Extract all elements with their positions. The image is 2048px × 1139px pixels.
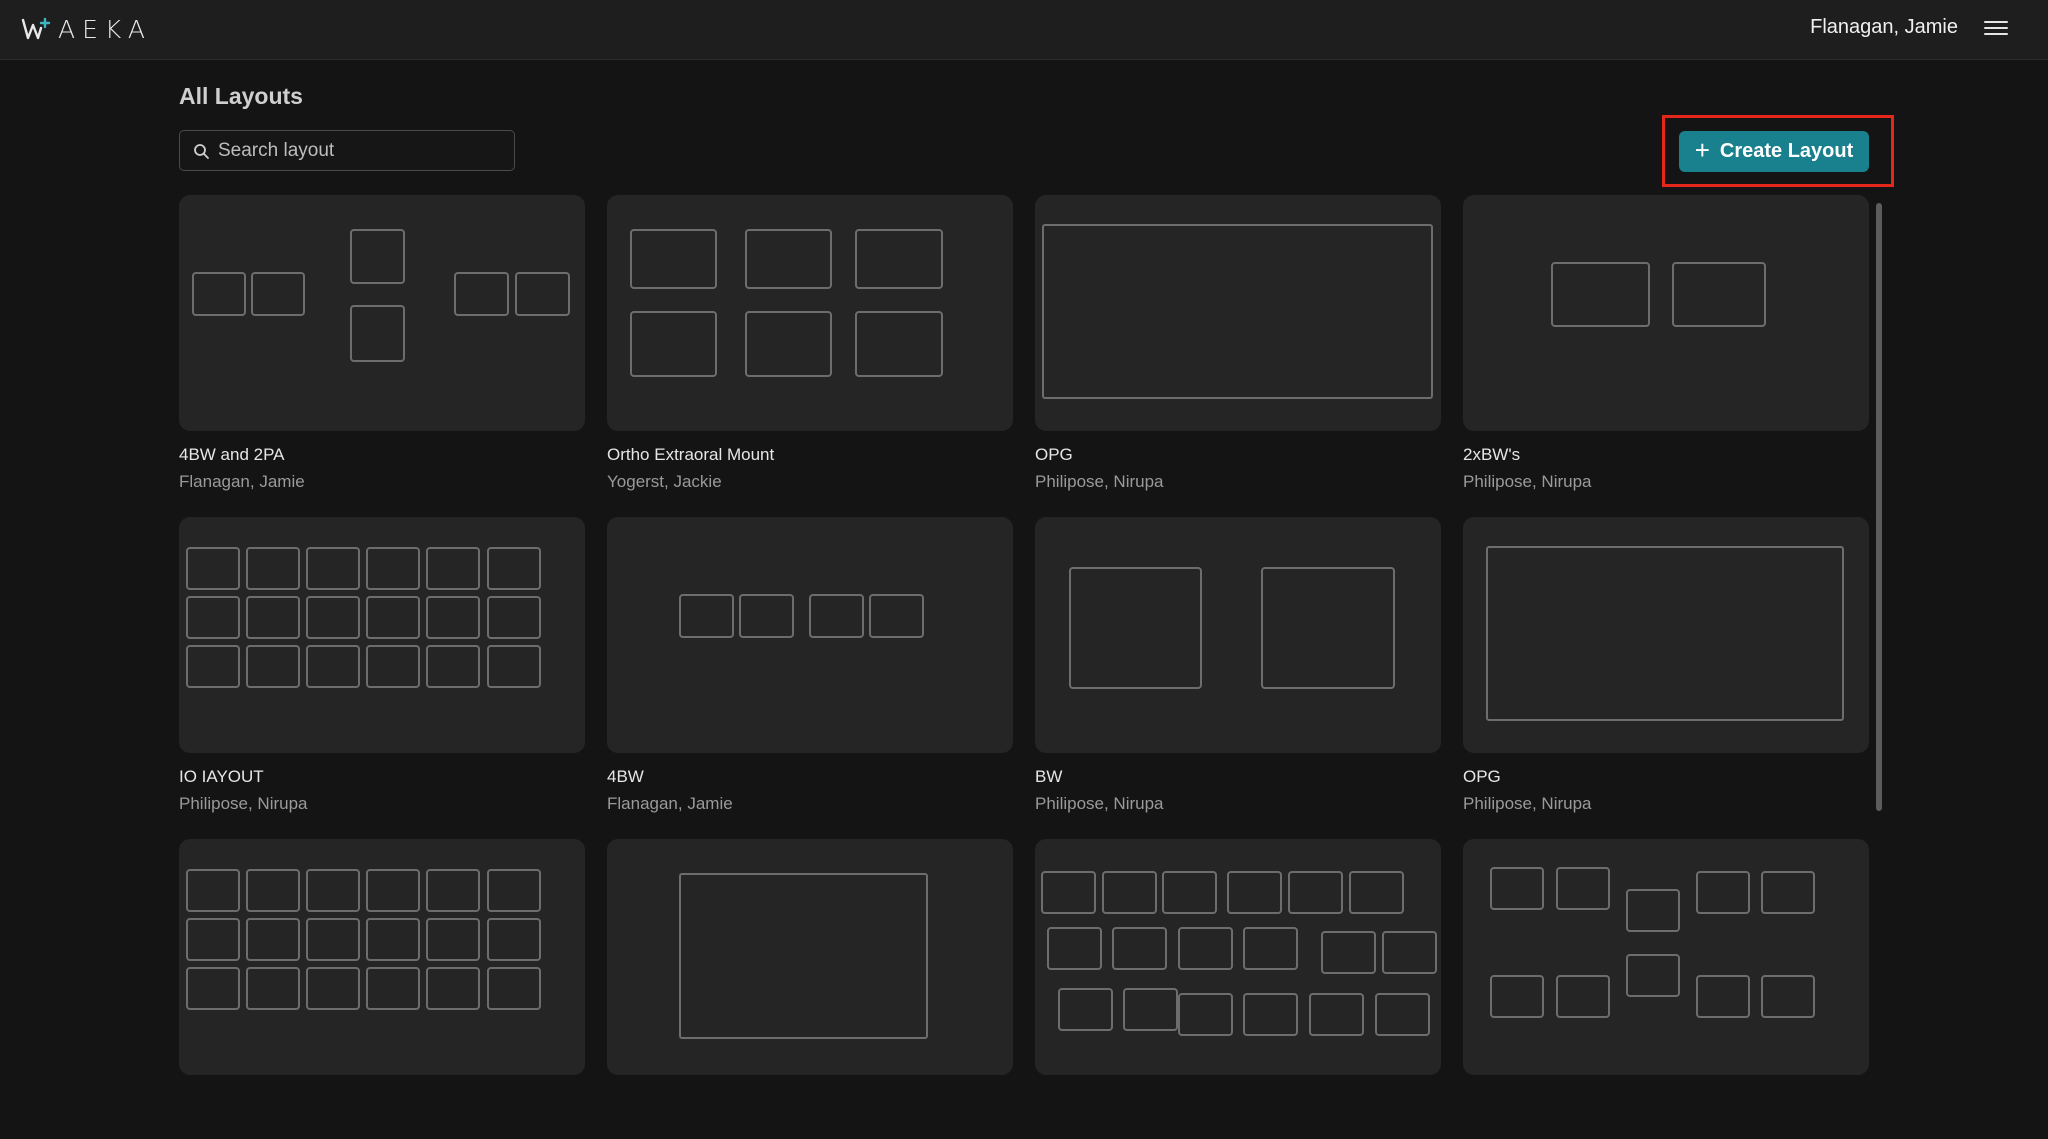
layout-author: Philipose, Nirupa [1035, 472, 1164, 491]
layout-author: Philipose, Nirupa [1463, 794, 1592, 813]
app-logo[interactable]: AEKA [20, 14, 152, 44]
layout-name: IO IAYOUT [179, 767, 264, 786]
hamburger-menu-icon[interactable] [1984, 17, 2008, 41]
layout-card[interactable]: 4BW and 2PA Flanagan, Jamie [179, 195, 585, 495]
layout-author: Philipose, Nirupa [179, 794, 308, 813]
search-box[interactable] [179, 130, 515, 171]
layout-thumbnail [179, 839, 585, 1075]
layout-card[interactable]: OPG Philipose, Nirupa [1035, 195, 1441, 495]
layout-card[interactable]: Ortho Extraoral Mount Yogerst, Jackie [607, 195, 1013, 495]
layout-thumbnail [1463, 517, 1869, 753]
layout-thumbnail [1463, 195, 1869, 431]
layout-thumbnail [1035, 195, 1441, 431]
layout-thumbnail [607, 195, 1013, 431]
vertical-scrollbar[interactable] [1876, 203, 1882, 811]
layout-thumbnail [179, 195, 585, 431]
top-bar: AEKA Flanagan, Jamie [0, 0, 2048, 60]
layout-name: 4BW and 2PA [179, 445, 285, 464]
layout-thumbnail [1035, 839, 1441, 1075]
search-input[interactable] [218, 131, 508, 170]
layout-author: Philipose, Nirupa [1463, 472, 1592, 491]
user-name[interactable]: Flanagan, Jamie [1810, 16, 1958, 39]
layout-card[interactable] [1035, 839, 1441, 1139]
layout-card[interactable] [1463, 839, 1869, 1139]
layout-author: Flanagan, Jamie [179, 472, 305, 491]
layout-name: BW [1035, 767, 1063, 786]
layout-name: OPG [1035, 445, 1073, 464]
layout-card[interactable]: BW Philipose, Nirupa [1035, 517, 1441, 817]
plus-icon: + [1694, 135, 1710, 165]
layout-card[interactable]: OPG Philipose, Nirupa [1463, 517, 1869, 817]
layout-thumbnail [607, 517, 1013, 753]
layout-thumbnail [179, 517, 585, 753]
layout-author: Yogerst, Jackie [607, 472, 722, 491]
layout-author: Philipose, Nirupa [1035, 794, 1164, 813]
layout-thumbnail [1035, 517, 1441, 753]
layout-card[interactable] [179, 839, 585, 1139]
layout-card[interactable]: 4BW Flanagan, Jamie [607, 517, 1013, 817]
layout-name: 4BW [607, 767, 644, 786]
page-title: All Layouts [179, 83, 303, 109]
layout-author: Flanagan, Jamie [607, 794, 733, 813]
create-layout-button[interactable]: + Create Layout [1679, 131, 1869, 172]
create-layout-label: Create Layout [1719, 140, 1854, 162]
layout-card[interactable] [607, 839, 1013, 1139]
search-icon [194, 144, 209, 159]
layout-name: OPG [1463, 767, 1501, 786]
layout-thumbnail [1463, 839, 1869, 1075]
layout-name: Ortho Extraoral Mount [607, 445, 775, 464]
aeka-logo-icon [21, 17, 51, 40]
layout-name: 2xBW's [1463, 445, 1521, 464]
brand-name: AEKA [58, 14, 152, 44]
layout-thumbnail [607, 839, 1013, 1075]
layout-card[interactable]: 2xBW's Philipose, Nirupa [1463, 195, 1869, 495]
layout-card[interactable]: IO IAYOUT Philipose, Nirupa [179, 517, 585, 817]
